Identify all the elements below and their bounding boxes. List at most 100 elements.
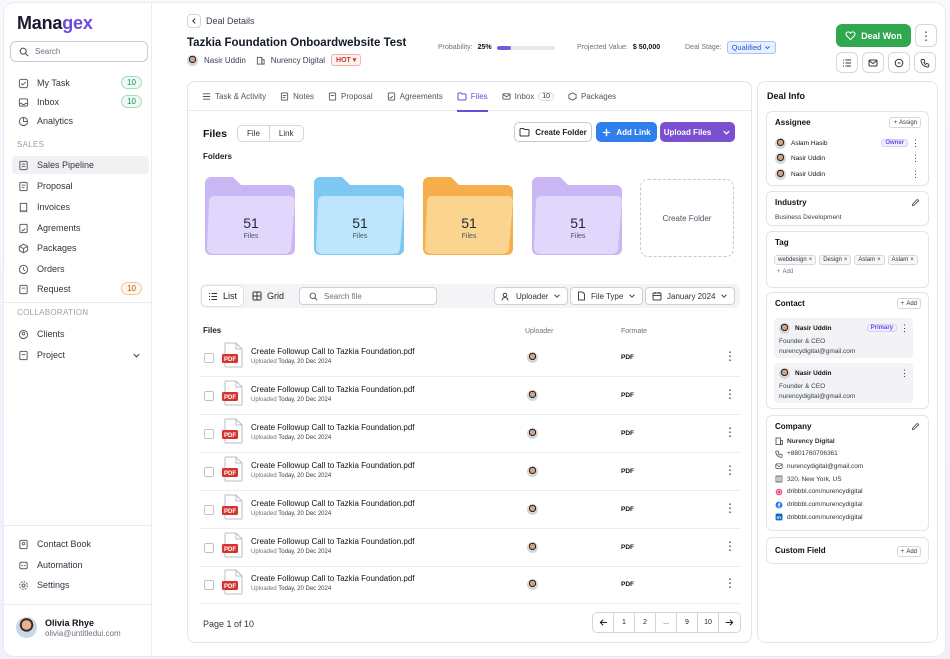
- upload-files-button[interactable]: Upload Files: [660, 122, 735, 142]
- tab-proposal[interactable]: Proposal: [328, 82, 373, 111]
- sidebar-item-project[interactable]: Project: [12, 346, 149, 364]
- contact-email[interactable]: nurencydigital@gmail.com: [779, 348, 855, 355]
- row-menu-button[interactable]: ⋮: [724, 502, 736, 514]
- uploader-filter[interactable]: Uploader: [494, 287, 569, 305]
- segment-link[interactable]: Link: [270, 126, 303, 141]
- tag-chip[interactable]: webdesign ×: [774, 255, 817, 265]
- file-name[interactable]: Create Followup Call to Tazkia Foundatio…: [251, 347, 415, 356]
- folder-tile[interactable]: 51 Files: [530, 175, 626, 255]
- edit-icon[interactable]: [911, 422, 920, 431]
- sidebar-search-input[interactable]: Search: [10, 41, 148, 62]
- segment-file[interactable]: File: [238, 126, 270, 141]
- row-menu-button[interactable]: ⋮: [724, 350, 736, 362]
- company-detail-line[interactable]: dribbbl.com/nurencydigital: [775, 488, 863, 496]
- row-menu-button[interactable]: ⋮: [724, 464, 736, 476]
- tag-chip[interactable]: Aslam ×: [854, 255, 885, 265]
- chevron-down-icon[interactable]: [132, 351, 141, 360]
- sidebar-item-orders[interactable]: Orders: [12, 260, 149, 278]
- tab-inbox[interactable]: Inbox 10: [502, 82, 555, 111]
- row-checkbox[interactable]: [204, 504, 214, 515]
- contact-email[interactable]: nurencydigital@gmail.com: [779, 393, 855, 400]
- company-detail-line[interactable]: dribbbl.com/nurencydigital: [775, 513, 863, 521]
- assignee-menu-button[interactable]: ⋮: [911, 170, 920, 179]
- tab-packages[interactable]: Packages: [568, 82, 616, 111]
- priority-badge[interactable]: HOT ▾: [331, 54, 362, 66]
- file-type-filter[interactable]: File Type: [570, 287, 644, 305]
- sidebar-item-inbox[interactable]: Inbox 10: [12, 93, 149, 111]
- page-button-1[interactable]: 1: [614, 613, 635, 632]
- close-icon[interactable]: ×: [809, 257, 813, 263]
- table-row[interactable]: PDF Create Followup Call to Tazkia Founda…: [200, 491, 740, 529]
- tab-agreements[interactable]: Agreements: [387, 82, 443, 111]
- create-folder-button[interactable]: Create Folder: [514, 122, 592, 142]
- next-page-button[interactable]: [719, 613, 740, 632]
- table-row[interactable]: PDF Create Followup Call to Tazkia Founda…: [200, 566, 740, 605]
- assignee-menu-button[interactable]: ⋮: [911, 154, 920, 163]
- contact-item[interactable]: Nasir Uddin ⋮ Founder & CEO nurencydigit…: [774, 363, 913, 403]
- assignee-menu-button[interactable]: ⋮: [911, 139, 920, 148]
- row-checkbox[interactable]: [204, 580, 214, 591]
- add-contact-button[interactable]: + Add: [896, 298, 921, 309]
- sidebar-item-settings[interactable]: Settings: [12, 576, 149, 594]
- sidebar-item-analytics[interactable]: Analytics: [12, 112, 149, 130]
- sidebar-item-agrements[interactable]: Agrements: [12, 219, 149, 237]
- sidebar-item-request[interactable]: Request 10: [12, 280, 149, 298]
- close-icon[interactable]: ×: [877, 257, 881, 263]
- search-file-input[interactable]: Search file: [299, 287, 437, 305]
- deal-won-button[interactable]: Deal Won: [836, 24, 911, 47]
- table-row[interactable]: PDF Create Followup Call to Tazkia Founda…: [200, 339, 740, 377]
- task-list-button[interactable]: [836, 52, 858, 73]
- close-icon[interactable]: ×: [910, 257, 914, 263]
- file-name[interactable]: Create Followup Call to Tazkia Foundatio…: [251, 574, 415, 583]
- sidebar-item-invoices[interactable]: Invoices: [12, 198, 149, 216]
- sidebar-item-sales-pipeline[interactable]: Sales Pipeline: [12, 156, 149, 174]
- company-detail-line[interactable]: dribbbl.com/nurencydigital: [775, 501, 863, 509]
- row-checkbox[interactable]: [204, 466, 214, 477]
- page-button-2[interactable]: 2: [635, 613, 656, 632]
- row-menu-button[interactable]: ⋮: [724, 540, 736, 552]
- sidebar-item-my-task[interactable]: My Task 10: [12, 74, 149, 92]
- call-button[interactable]: [914, 52, 936, 73]
- table-row[interactable]: PDF Create Followup Call to Tazkia Founda…: [200, 529, 740, 567]
- tag-chip[interactable]: Aslam ×: [887, 255, 918, 265]
- edit-icon[interactable]: [911, 198, 920, 207]
- company-detail-line[interactable]: nurencydigital@gmail.com: [775, 462, 863, 470]
- contact-menu-button[interactable]: ⋮: [900, 324, 909, 333]
- date-filter[interactable]: January 2024: [645, 287, 736, 305]
- add-link-button[interactable]: Add Link: [596, 122, 657, 142]
- view-list-button[interactable]: List: [202, 286, 244, 306]
- sidebar-item-contact-book[interactable]: Contact Book: [12, 535, 149, 553]
- tab-task-activity[interactable]: Task & Activity: [202, 82, 266, 111]
- back-button[interactable]: [187, 14, 201, 28]
- contact-menu-button[interactable]: ⋮: [900, 369, 909, 378]
- row-menu-button[interactable]: ⋮: [724, 577, 736, 589]
- file-name[interactable]: Create Followup Call to Tazkia Foundatio…: [251, 499, 415, 508]
- page-button-10[interactable]: 10: [698, 613, 719, 632]
- more-options-button[interactable]: ⋮: [915, 24, 937, 47]
- chat-button[interactable]: [888, 52, 910, 73]
- table-row[interactable]: PDF Create Followup Call to Tazkia Founda…: [200, 377, 740, 415]
- folder-tile[interactable]: 51 Files: [312, 175, 408, 255]
- tab-notes[interactable]: Notes: [280, 82, 314, 111]
- prev-page-button[interactable]: [593, 613, 614, 632]
- sidebar-item-proposal[interactable]: Proposal: [12, 177, 149, 195]
- row-menu-button[interactable]: ⋮: [724, 426, 736, 438]
- table-row[interactable]: PDF Create Followup Call to Tazkia Founda…: [200, 453, 740, 491]
- deal-stage-select[interactable]: Qualified: [726, 41, 777, 54]
- assign-button[interactable]: + Assign: [889, 117, 921, 128]
- page-button-9[interactable]: 9: [677, 613, 698, 632]
- tab-files[interactable]: Files: [456, 82, 488, 112]
- row-checkbox[interactable]: [204, 542, 214, 553]
- folder-tile[interactable]: 51 Files: [421, 175, 517, 255]
- file-name[interactable]: Create Followup Call to Tazkia Foundatio…: [251, 423, 415, 432]
- file-name[interactable]: Create Followup Call to Tazkia Foundatio…: [251, 385, 415, 394]
- close-icon[interactable]: ×: [844, 257, 848, 263]
- tag-chip[interactable]: Design ×: [819, 255, 852, 265]
- view-grid-button[interactable]: Grid: [246, 286, 290, 306]
- row-menu-button[interactable]: ⋮: [724, 388, 736, 400]
- sidebar-item-clients[interactable]: Clients: [12, 325, 149, 343]
- app-logo[interactable]: Managex: [17, 13, 93, 34]
- current-user[interactable]: Olivia Rhye olivia@untitledui.com: [16, 617, 121, 638]
- table-row[interactable]: PDF Create Followup Call to Tazkia Founda…: [200, 415, 740, 453]
- row-checkbox[interactable]: [204, 353, 214, 363]
